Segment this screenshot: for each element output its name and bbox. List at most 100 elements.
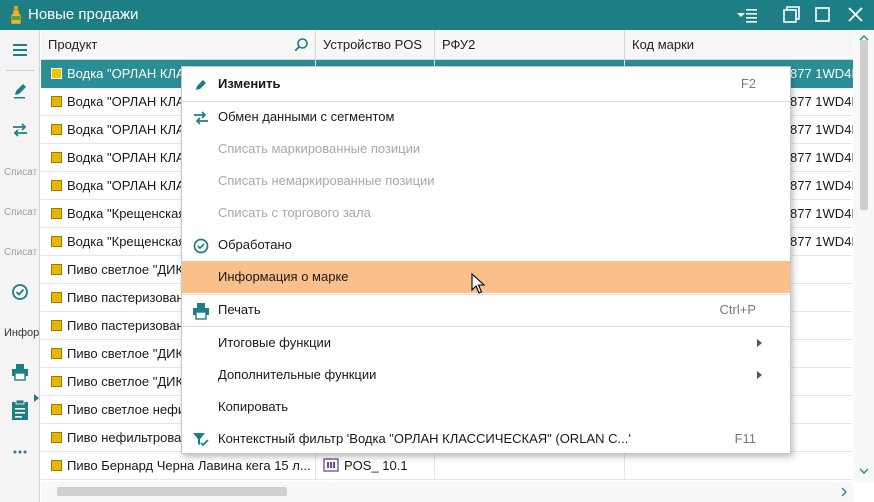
write-off-marked-label[interactable]: Списат [4, 167, 40, 178]
menu-item-label: Итоговые функции [218, 335, 332, 350]
close-icon[interactable] [845, 3, 867, 27]
menu-item-write-off-hall[interactable]: Списать с торгового зала [182, 197, 790, 229]
mark-code: 877 1WD4I [790, 178, 853, 193]
menu-item-label: Контекстный фильтр 'Водка "ОРЛАН КЛАССИЧ… [218, 431, 631, 446]
menu-item-label: Списать с торгового зала [218, 205, 371, 220]
menu-item-label: Списать маркированные позиции [218, 141, 421, 156]
printer-icon [12, 364, 28, 381]
menu-item-label: Обработано [218, 237, 292, 252]
product-square-icon [51, 68, 62, 79]
restore-window-icon[interactable] [780, 3, 802, 27]
menu-item-label: Изменить [218, 76, 281, 91]
product-square-icon [51, 320, 62, 331]
window-menu-icon[interactable] [734, 3, 760, 27]
product-name: Пиво Бернард Черна Лавина кега 15 л... [67, 458, 311, 473]
product-square-icon [51, 180, 62, 191]
mark-info-label[interactable]: Инфор [4, 327, 40, 339]
mark-code: 877 1WD4I [790, 206, 853, 221]
menu-item-extra-functions[interactable]: Дополнительные функции [182, 359, 790, 391]
shortcut-label: F11 [734, 431, 756, 446]
pos-device: POS_ 10.1 [344, 458, 408, 473]
pos-cell[interactable]: POS_ 10.1 [316, 452, 435, 480]
submenu-arrow-icon [757, 339, 762, 347]
product-square-icon [51, 236, 62, 247]
mark-code: 877 1WD4I [790, 122, 853, 137]
write-off-unmarked-label[interactable]: Списат [4, 207, 40, 218]
menu-item-label: Печать [218, 302, 261, 317]
menu-item-copy[interactable]: Копировать [182, 391, 790, 423]
menu-item-print[interactable]: Печать Ctrl+P [182, 294, 790, 326]
horizontal-scroll-thumb[interactable] [57, 487, 287, 496]
product-square-icon [51, 96, 62, 107]
menu-item-label: Информация о марке [218, 269, 349, 284]
rfu-cell[interactable] [435, 452, 625, 480]
processed-button[interactable] [0, 282, 40, 302]
print-button[interactable] [0, 362, 40, 382]
exchange-arrows-icon [194, 111, 208, 125]
mark-code: 877 1WD4I [790, 150, 853, 165]
write-off-hall-label[interactable]: Списат [4, 247, 40, 258]
product-name: Водка "Крещенская" [67, 234, 190, 249]
product-name: Водка "Крещенская" [67, 206, 190, 221]
mouse-cursor-icon [471, 273, 485, 294]
product-square-icon [51, 404, 62, 415]
scroll-right-icon[interactable] [841, 487, 848, 497]
column-header-label: Продукт [48, 37, 98, 52]
hamburger-menu-button[interactable] [0, 40, 40, 60]
pos-terminal-icon [323, 458, 339, 472]
menu-item-write-off-marked[interactable]: Списать маркированные позиции [182, 133, 790, 165]
mark-code: 877 1WD4I [790, 94, 853, 109]
horizontal-scrollbar[interactable] [41, 482, 854, 502]
printer-icon [193, 303, 209, 320]
table-row[interactable]: Пиво Бернард Черна Лавина кега 15 л... PO… [41, 452, 853, 480]
product-square-icon [51, 208, 62, 219]
menu-item-context-filter[interactable]: Контекстный фильтр 'Водка "ОРЛАН КЛАССИЧ… [182, 423, 790, 455]
left-toolbar: Списат Списат Списат Инфор [0, 30, 40, 502]
pencil-icon [14, 84, 26, 99]
column-header-mark-code[interactable]: Код марки [625, 30, 853, 60]
menu-item-label: Обмен данными с сегментом [218, 109, 395, 124]
menu-item-label: Списать немаркированные позиции [218, 173, 435, 188]
more-button[interactable] [0, 442, 40, 462]
vertical-scrollbar[interactable] [854, 30, 874, 482]
app-bottle-icon [10, 6, 22, 24]
product-square-icon [51, 348, 62, 359]
list-functions-button[interactable] [0, 394, 40, 422]
product-square-icon [51, 376, 62, 387]
search-icon[interactable] [293, 37, 309, 53]
menu-item-processed[interactable]: Обработано [182, 229, 790, 261]
menu-item-write-off-unmarked[interactable]: Списать немаркированные позиции [182, 165, 790, 197]
pencil-icon [196, 80, 206, 90]
menu-item-label: Дополнительные функции [218, 367, 377, 382]
column-header-product[interactable]: Продукт [41, 30, 316, 60]
grid-header: Продукт Устройство POS РФУ2 Код марки [41, 30, 853, 60]
mark-code: 877 1WD4I [790, 234, 853, 249]
menu-item-mark-info[interactable]: Информация о марке [182, 261, 790, 293]
column-header-pos[interactable]: Устройство POS [316, 30, 435, 60]
submenu-arrow-icon [757, 371, 762, 379]
hamburger-icon [13, 44, 27, 56]
product-cell[interactable]: Пиво Бернард Черна Лавина кега 15 л... [41, 452, 316, 480]
product-square-icon [51, 460, 62, 471]
toolbar-divider [6, 70, 34, 71]
shortcut-label: Ctrl+P [719, 302, 756, 317]
maximize-icon[interactable] [812, 3, 834, 27]
menu-item-exchange[interactable]: Обмен данными с сегментом [182, 101, 790, 133]
menu-item-summary-functions[interactable]: Итоговые функции [182, 327, 790, 359]
edit-button[interactable] [0, 80, 40, 100]
shortcut-label: F2 [740, 76, 756, 91]
exchange-arrows-icon [13, 123, 27, 137]
scroll-down-icon[interactable] [859, 468, 869, 475]
menu-item-edit[interactable]: Изменить F2 [182, 68, 790, 100]
product-square-icon [51, 292, 62, 303]
exchange-button[interactable] [0, 120, 40, 140]
vertical-scroll-thumb[interactable] [860, 40, 868, 210]
product-square-icon [51, 124, 62, 135]
column-header-rfu[interactable]: РФУ2 [435, 30, 625, 60]
check-circle-icon [12, 284, 28, 300]
mark-code-cell[interactable] [625, 452, 853, 480]
mark-code: 877 1WD4I [790, 66, 853, 81]
product-square-icon [51, 432, 62, 443]
filter-icon [193, 433, 209, 447]
product-square-icon [51, 152, 62, 163]
